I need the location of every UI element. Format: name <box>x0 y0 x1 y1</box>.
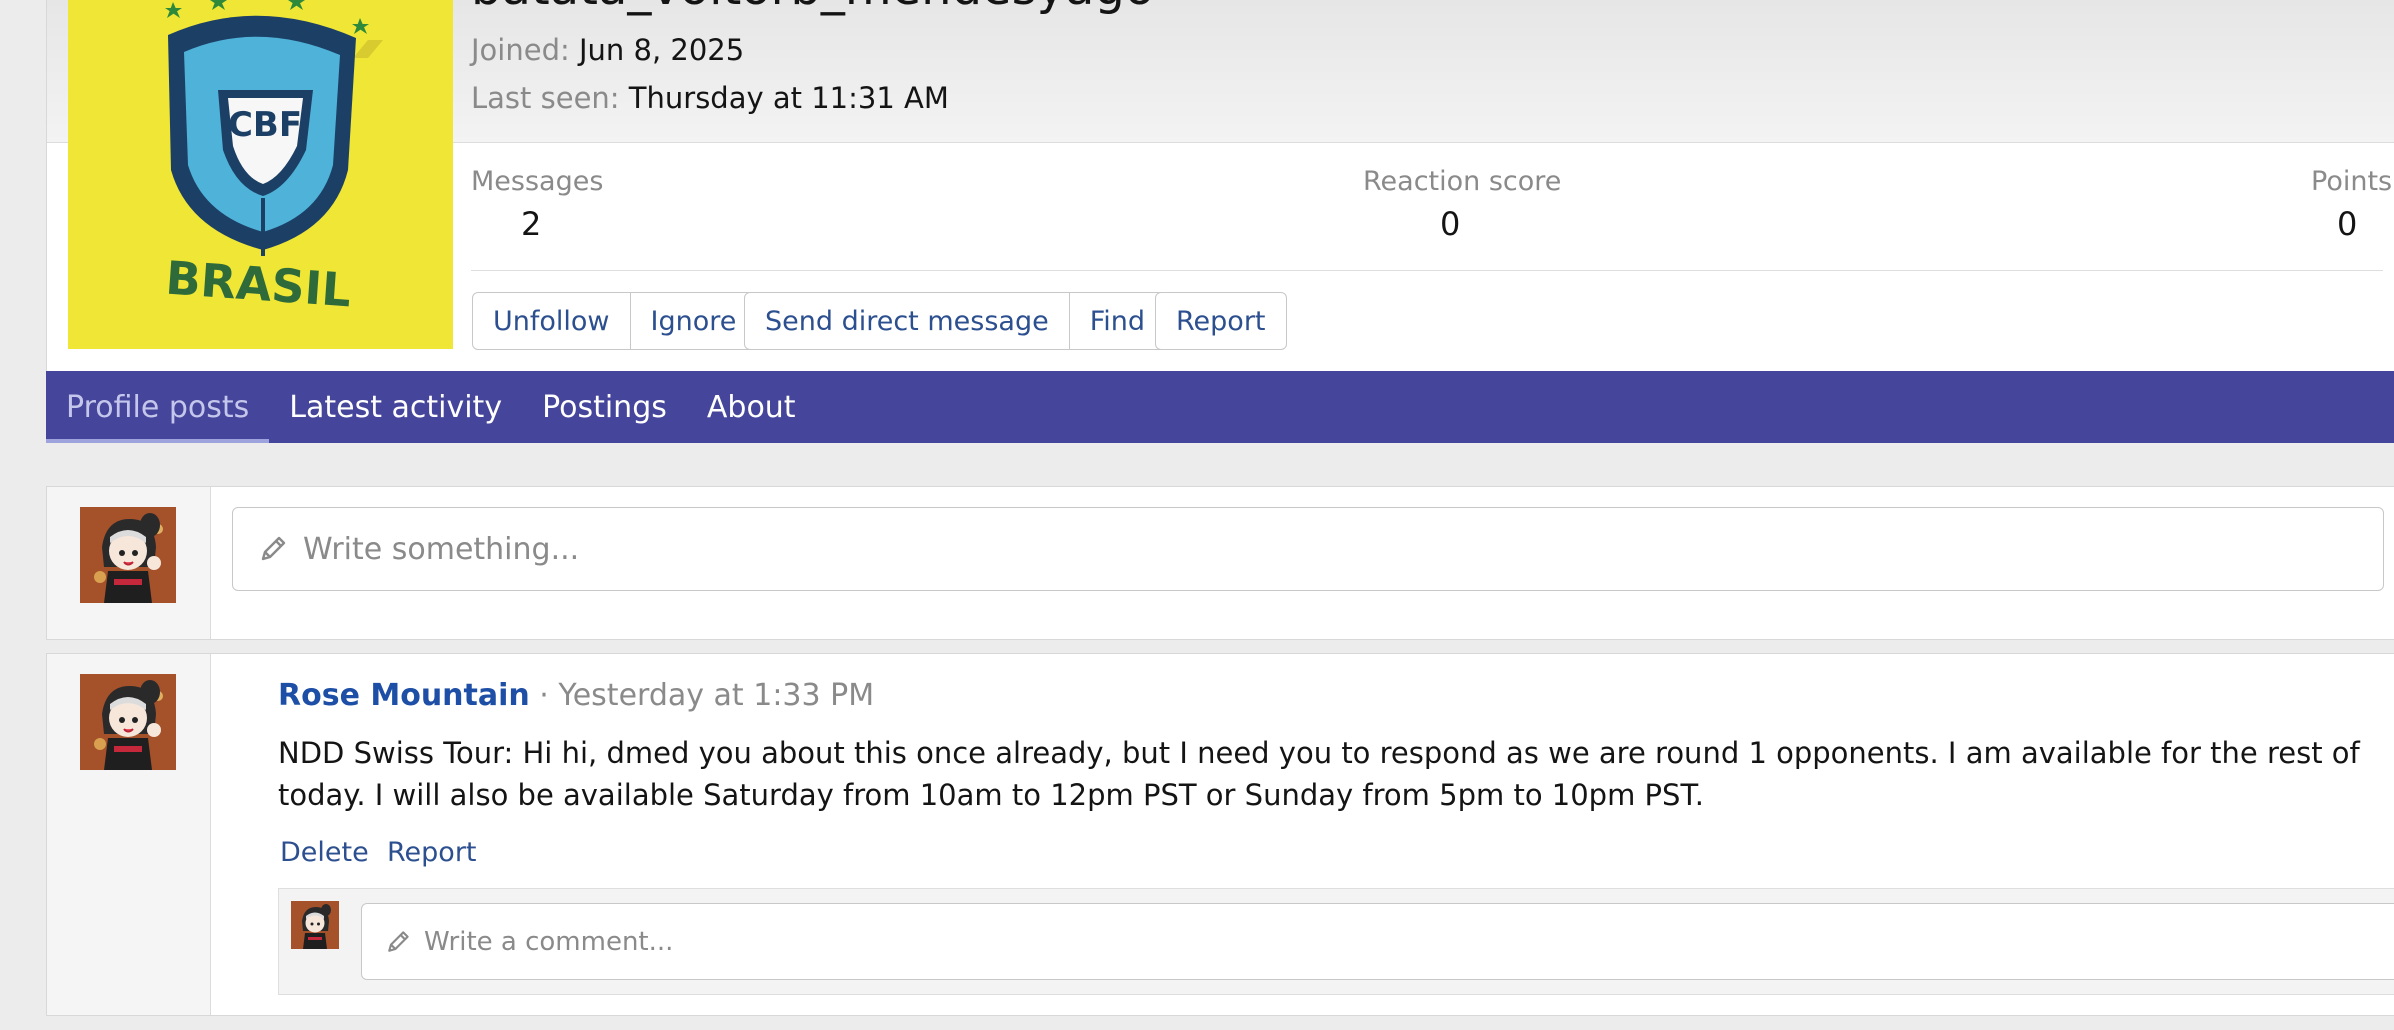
visitor-avatar[interactable] <box>80 507 176 603</box>
commenter-avatar[interactable] <box>291 901 339 949</box>
stat-points-value[interactable]: 0 <box>2337 205 2357 243</box>
last-seen-label: Last seen: <box>471 81 620 115</box>
find-label: Find <box>1089 305 1146 337</box>
joined-value: Jun 8, 2025 <box>578 33 745 67</box>
post-author-link[interactable]: Rose Mountain <box>278 678 530 713</box>
stat-reaction-label: Reaction score <box>1363 166 1562 197</box>
stat-messages-value[interactable]: 2 <box>521 205 541 243</box>
follow-ignore-group: Unfollow Ignore <box>472 292 758 350</box>
comment-placeholder: Write a comment... <box>424 926 674 957</box>
profile-post-placeholder: Write something... <box>303 531 580 567</box>
post-body: NDD Swiss Tour: Hi hi, dmed you about th… <box>278 736 2360 812</box>
profile-tab-bar: Profile posts Latest activity Postings A… <box>46 371 2394 443</box>
profile-post-input[interactable]: Write something... <box>232 507 2384 591</box>
chibi-avatar-icon <box>291 901 339 949</box>
report-group: Report <box>1155 292 1287 350</box>
report-post-link[interactable]: Report <box>387 837 477 868</box>
tab-postings[interactable]: Postings <box>522 371 687 443</box>
post-author-avatar[interactable] <box>80 674 176 770</box>
profile-avatar[interactable]: CBF BRASIL <box>68 0 453 349</box>
message-find-group: Send direct message Find <box>744 292 1193 350</box>
send-direct-message-button[interactable]: Send direct message <box>745 293 1069 349</box>
chibi-avatar-icon <box>80 507 176 603</box>
tab-profile-posts[interactable]: Profile posts <box>46 371 270 443</box>
profile-post-composer: Write something... <box>46 486 2394 640</box>
stat-points-label: Points <box>2311 166 2393 197</box>
tab-latest-activity[interactable]: Latest activity <box>269 371 522 443</box>
post-separator: · <box>529 678 559 713</box>
last-seen-value[interactable]: Thursday at 11:31 AM <box>629 81 949 115</box>
joined-label: Joined: <box>471 33 570 67</box>
pencil-icon <box>388 930 409 952</box>
tab-about[interactable]: About <box>687 371 816 443</box>
stat-messages-label: Messages <box>471 166 604 197</box>
comment-input[interactable]: Write a comment... <box>361 903 2394 980</box>
profile-post: Rose Mountain · Yesterday at 1:33 PM NDD… <box>46 653 2394 1016</box>
ignore-button[interactable]: Ignore <box>629 293 757 349</box>
svg-text:CBF: CBF <box>228 105 302 145</box>
chibi-avatar-icon <box>80 674 176 770</box>
stat-reaction-value[interactable]: 0 <box>1440 205 1460 243</box>
delete-post-link[interactable]: Delete <box>280 837 369 868</box>
joined-line: Joined: Jun 8, 2025 <box>471 33 744 67</box>
last-seen-line: Last seen: Thursday at 11:31 AM <box>471 81 949 115</box>
profile-username: batata_voltorb_mendesyago <box>471 0 1154 16</box>
stats-divider <box>471 270 2383 271</box>
post-author-line: Rose Mountain · Yesterday at 1:33 PM <box>278 678 874 713</box>
unfollow-button[interactable]: Unfollow <box>473 293 630 349</box>
cbf-crest-icon: CBF BRASIL <box>68 0 453 349</box>
pencil-icon <box>261 536 286 561</box>
post-timestamp[interactable]: Yesterday at 1:33 PM <box>558 678 874 713</box>
comment-area: Write a comment... <box>278 888 2394 995</box>
report-profile-button[interactable]: Report <box>1156 293 1286 349</box>
